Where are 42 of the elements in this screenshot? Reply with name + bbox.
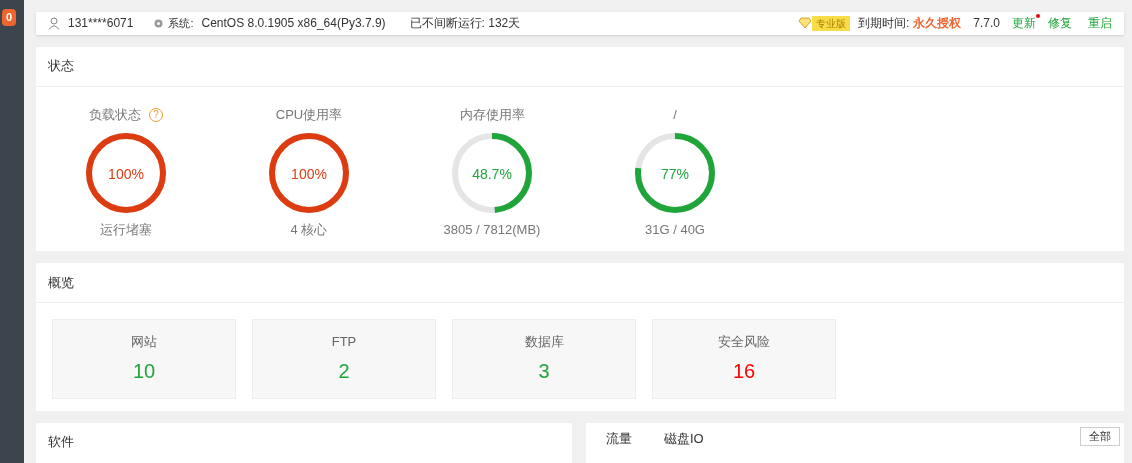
- panel-title: 概览: [48, 273, 74, 292]
- panel-tab[interactable]: 磁盘IO: [664, 429, 704, 463]
- gauge-label: CPU使用率: [275, 105, 343, 124]
- update-link[interactable]: 更新: [1012, 14, 1036, 33]
- system-info: CentOS 8.0.1905 x86_64(Py3.7.9): [201, 15, 386, 33]
- expiry-label: 到期时间:: [857, 15, 910, 33]
- diamond-icon: [797, 17, 812, 30]
- edition-badge: 专业版: [811, 15, 850, 31]
- system-label: 系统:: [168, 16, 194, 31]
- username: 131****6071: [68, 15, 134, 33]
- gauge-label: 负载状态: [89, 105, 141, 124]
- gauge-caption: 3805 / 7812(MB): [443, 220, 541, 239]
- panel-title: 状态: [48, 57, 74, 76]
- card-count: 2: [338, 358, 350, 384]
- card-label: 数据库: [524, 333, 564, 352]
- range-select[interactable]: 全部: [1080, 427, 1120, 446]
- card-label: FTP: [331, 333, 357, 352]
- panel-tab[interactable]: 流量: [606, 429, 632, 463]
- repair-link[interactable]: 修复: [1048, 14, 1072, 33]
- overview-card[interactable]: FTP 2: [252, 319, 436, 399]
- gauge-caption: 4 核心: [290, 220, 328, 239]
- gauge-label: /: [673, 105, 677, 124]
- card-label: 网站: [131, 333, 157, 352]
- card-count: 16: [732, 358, 756, 384]
- gauge-value: 77%: [661, 164, 689, 184]
- gauge-caption: 运行堵塞: [100, 220, 152, 239]
- version: 7.7.0: [973, 15, 1000, 33]
- card-label: 安全风险: [718, 333, 770, 352]
- overview-card[interactable]: 数据库 3: [452, 319, 636, 399]
- gauge-caption: 31G / 40G: [645, 220, 705, 239]
- overview-card[interactable]: 安全风险 16: [652, 319, 836, 399]
- notification-badge[interactable]: 0: [2, 9, 17, 26]
- overview-card[interactable]: 网站 10: [52, 319, 236, 399]
- user-icon: [48, 16, 60, 30]
- uptime: 已不间断运行: 132天: [409, 15, 521, 33]
- gauge-value: 48.7%: [472, 164, 512, 184]
- card-count: 10: [132, 358, 156, 384]
- card-count: 3: [538, 358, 550, 384]
- restart-link[interactable]: 重启: [1088, 14, 1112, 33]
- panel-title: 软件: [48, 434, 74, 449]
- gauge-label: 内存使用率: [459, 105, 525, 124]
- expiry-value: 永久授权: [913, 15, 962, 33]
